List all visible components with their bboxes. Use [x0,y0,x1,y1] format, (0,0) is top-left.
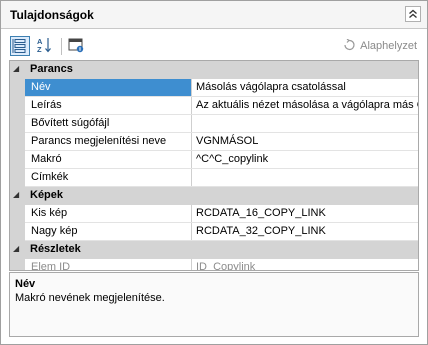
property-name: Név [25,79,192,96]
property-row-description[interactable]: Leírás Az aktuális nézet másolása a vágó… [10,97,418,115]
property-pages-icon [68,38,84,53]
category-label: Parancs [30,63,73,75]
property-row-display-name[interactable]: Parancs megjelenítési neve VGNMÁSOL [10,133,418,151]
property-row-tags[interactable]: Címkék [10,169,418,187]
reset-label: Alaphelyzet [360,40,417,52]
properties-panel: Tulajdonságok A Z Alaphelyzet ◢ Parancs … [0,0,428,345]
panel-title: Tulajdonságok [10,8,94,22]
property-name: Kis kép [25,205,192,222]
expand-collapse-triangle-icon[interactable]: ◢ [13,244,19,253]
categorized-view-icon [12,39,26,53]
category-label: Részletek [30,243,81,255]
property-row-element-id[interactable]: Elem ID ID_Copylink [10,259,418,271]
property-value[interactable] [192,115,418,132]
property-grid: ◢ Parancs Név Másolás vágólapra csatolás… [9,60,419,271]
categorized-view-button[interactable] [10,36,30,56]
property-value[interactable]: RCDATA_32_COPY_LINK [192,223,418,240]
category-command[interactable]: ◢ Parancs [10,61,418,79]
property-row-large-image[interactable]: Nagy kép RCDATA_32_COPY_LINK [10,223,418,241]
description-text: Makró nevének megjelenítése. [15,292,165,304]
property-value[interactable]: VGNMÁSOL [192,133,418,150]
property-value[interactable] [192,169,418,186]
property-row-small-image[interactable]: Kis kép RCDATA_16_COPY_LINK [10,205,418,223]
reset-button[interactable]: Alaphelyzet [343,38,417,52]
property-row-help-file[interactable]: Bővített súgófájl [10,115,418,133]
svg-text:Z: Z [37,45,42,54]
property-row-name[interactable]: Név Másolás vágólapra csatolással [10,79,418,97]
category-details[interactable]: ◢ Részletek [10,241,418,259]
category-images[interactable]: ◢ Képek [10,187,418,205]
property-value[interactable]: ^C^C_copylink [192,151,418,168]
sort-az-icon: A Z [37,37,51,54]
panel-titlebar: Tulajdonságok [1,1,427,29]
property-value[interactable]: RCDATA_16_COPY_LINK [192,205,418,222]
category-label: Képek [30,189,64,201]
property-name: Leírás [25,97,192,114]
expand-collapse-triangle-icon[interactable]: ◢ [13,64,19,73]
property-name: Címkék [25,169,192,186]
property-name: Makró [25,151,192,168]
expand-collapse-triangle-icon[interactable]: ◢ [13,190,19,199]
property-row-macro[interactable]: Makró ^C^C_copylink [10,151,418,169]
property-value: ID_Copylink [196,261,256,271]
description-title: Név [15,278,36,290]
sort-alphabetical-button[interactable]: A Z [35,36,55,56]
property-name: Parancs megjelenítési neve [25,133,192,150]
reset-icon [344,38,355,51]
property-pages-button[interactable] [67,36,87,56]
property-value[interactable]: Másolás vágólapra csatolással [192,79,418,96]
property-name: Bővített súgófájl [25,115,192,132]
property-name: Elem ID [25,259,192,270]
description-pane: Név Makró nevének megjelenítése. [9,272,419,337]
property-name: Nagy kép [25,223,192,240]
collapse-chevrons-icon [409,9,417,18]
toolbar-separator [61,38,62,55]
collapse-panel-button[interactable] [405,6,421,22]
properties-toolbar: A Z Alaphelyzet [1,30,427,60]
property-value[interactable]: Az aktuális nézet másolása a vágólapra m… [192,97,418,114]
